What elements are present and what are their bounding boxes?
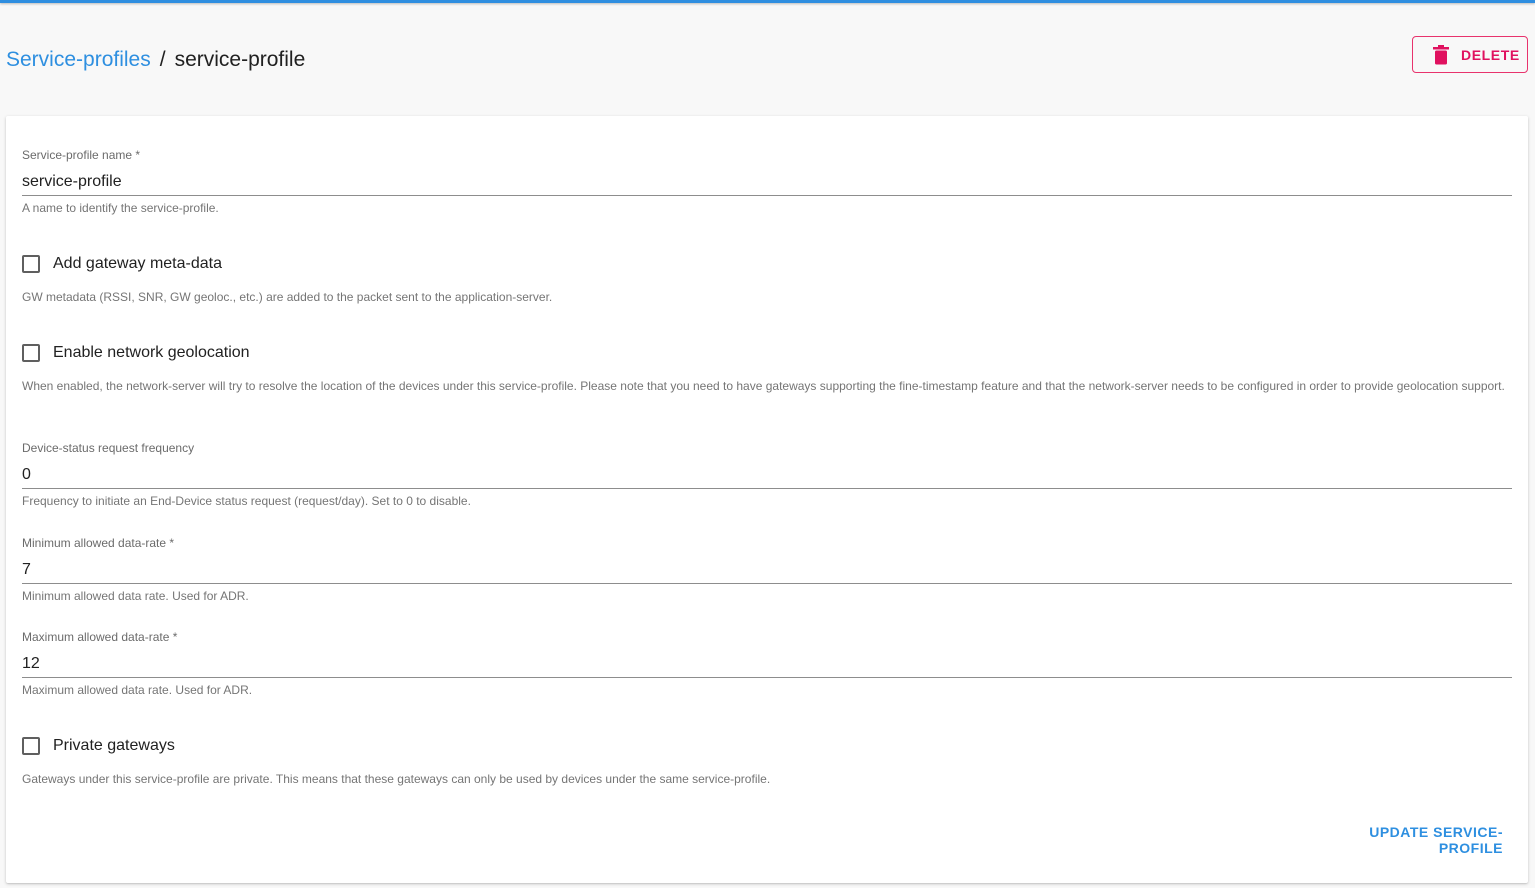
add-gateway-metadata-checkbox[interactable] [22, 255, 40, 273]
device-status-frequency-input[interactable] [22, 461, 1512, 489]
breadcrumb-current: service-profile [174, 48, 306, 71]
breadcrumb: Service-profiles / service-profile [6, 47, 305, 73]
delete-button[interactable]: DELETE [1412, 36, 1528, 73]
private-gateways-label: Private gateways [53, 737, 175, 754]
service-profile-name-input[interactable] [22, 168, 1512, 196]
min-data-rate-helper: Minimum allowed data rate. Used for ADR. [22, 589, 249, 603]
breadcrumb-separator: / [159, 48, 166, 71]
network-geolocation-helper: When enabled, the network-server will tr… [22, 379, 1505, 393]
private-gateways-helper: Gateways under this service-profile are … [22, 772, 771, 786]
delete-button-label: DELETE [1461, 46, 1520, 63]
service-profile-name-helper: A name to identify the service-profile. [22, 201, 219, 215]
update-service-profile-button[interactable]: UPDATE SERVICE-PROFILE [1317, 824, 1511, 856]
network-geolocation-label: Enable network geolocation [53, 344, 250, 361]
min-data-rate-label: Minimum allowed data-rate * [22, 536, 175, 550]
service-profile-name-label: Service-profile name * [22, 148, 141, 162]
add-gateway-metadata-toggle[interactable]: Add gateway meta-data [22, 252, 222, 276]
page-header: Service-profiles / service-profile DELETE [0, 3, 1535, 115]
min-data-rate-input[interactable] [22, 556, 1512, 584]
device-status-frequency-label: Device-status request frequency [22, 441, 195, 455]
service-profile-form: Service-profile name * A name to identif… [6, 116, 1528, 883]
add-gateway-metadata-label: Add gateway meta-data [53, 255, 222, 272]
device-status-frequency-helper: Frequency to initiate an End-Device stat… [22, 494, 471, 508]
add-gateway-metadata-helper: GW metadata (RSSI, SNR, GW geoloc., etc.… [22, 290, 553, 304]
network-geolocation-toggle[interactable]: Enable network geolocation [22, 341, 250, 365]
private-gateways-checkbox[interactable] [22, 737, 40, 755]
trash-icon [1433, 44, 1449, 65]
private-gateways-toggle[interactable]: Private gateways [22, 734, 175, 758]
breadcrumb-link-service-profiles[interactable]: Service-profiles [6, 48, 151, 71]
max-data-rate-label: Maximum allowed data-rate * [22, 630, 178, 644]
max-data-rate-input[interactable] [22, 650, 1512, 678]
network-geolocation-checkbox[interactable] [22, 344, 40, 362]
max-data-rate-helper: Maximum allowed data rate. Used for ADR. [22, 683, 253, 697]
